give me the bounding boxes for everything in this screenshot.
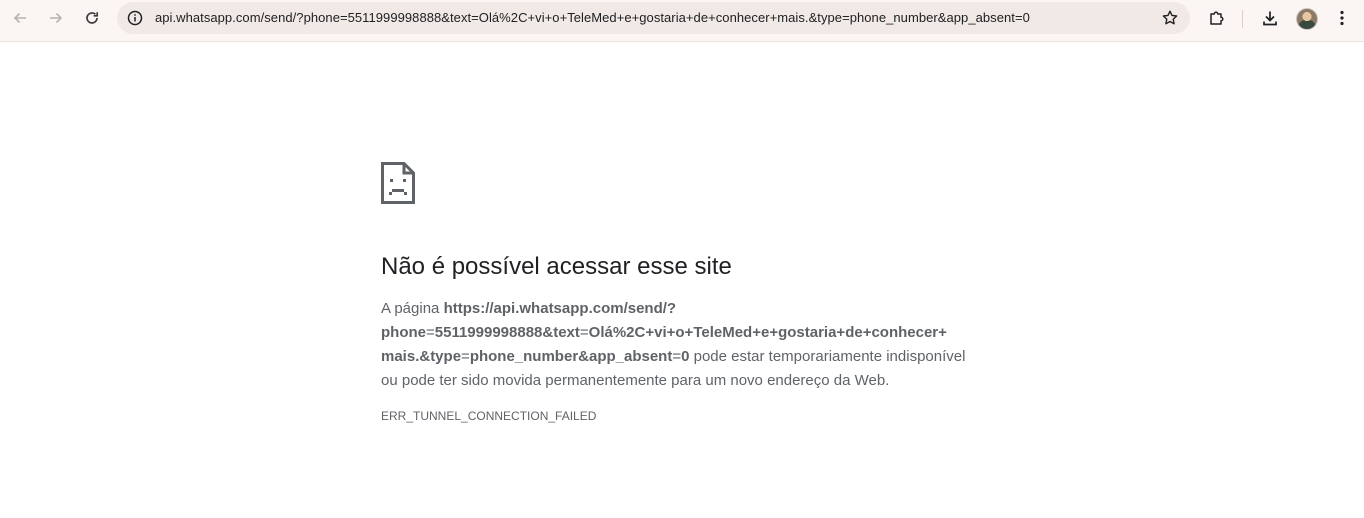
downloads-button[interactable] — [1254, 4, 1286, 32]
url-line-2: phone=5511999998888&text=Olá%2C+vi+o+Tel… — [381, 324, 947, 341]
url-part: = — [426, 324, 435, 341]
profile-avatar[interactable] — [1296, 8, 1318, 30]
forward-button[interactable] — [40, 4, 72, 32]
reload-button[interactable] — [76, 4, 108, 32]
toolbar-divider — [1242, 10, 1243, 28]
three-dots-vertical-icon — [1340, 10, 1344, 26]
url-part: 5511999998888&text — [434, 324, 580, 341]
back-arrow-icon — [13, 12, 26, 24]
url-part: Olá%2C+vi+o+TeleMed+e+gostaria+de+conhec… — [588, 324, 947, 341]
puzzle-icon — [1210, 11, 1224, 25]
error-description: A página https://api.whatsapp.com/send/?… — [381, 297, 981, 393]
browser-toolbar: api.whatsapp.com/send/?phone=55119999988… — [0, 0, 1364, 42]
url-line-1: https://api.whatsapp.com/send/? — [443, 300, 677, 317]
url-line-3: mais.&type=phone_number&app_absent=0 — [381, 348, 689, 365]
url-part: mais.&type — [381, 348, 462, 365]
error-code: ERR_TUNNEL_CONNECTION_FAILED — [381, 409, 597, 423]
error-title: Não é possível acessar esse site — [381, 253, 732, 280]
extensions-button[interactable] — [1201, 4, 1233, 32]
desc-prefix: A página — [381, 300, 444, 317]
download-icon — [1263, 11, 1277, 26]
site-info-icon[interactable] — [125, 8, 145, 28]
bookmark-star-icon[interactable] — [1160, 8, 1180, 28]
url-part: phone — [381, 324, 426, 341]
forward-arrow-icon — [50, 12, 63, 24]
url-part: phone_number&app_absent — [469, 348, 673, 365]
sad-page-icon — [381, 162, 415, 204]
url-part: = — [672, 348, 682, 365]
menu-button[interactable] — [1326, 4, 1358, 32]
url-part: = — [461, 348, 470, 365]
url-text[interactable]: api.whatsapp.com/send/?phone=55119999988… — [155, 2, 1030, 34]
reload-icon — [86, 12, 99, 24]
address-bar[interactable]: api.whatsapp.com/send/?phone=55119999988… — [117, 2, 1190, 34]
url-part: = — [579, 324, 589, 341]
back-button[interactable] — [4, 4, 36, 32]
